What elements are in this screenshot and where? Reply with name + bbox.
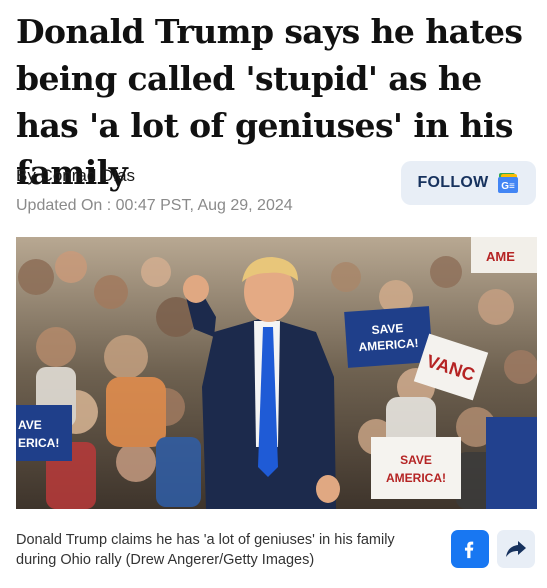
facebook-share-button[interactable] bbox=[451, 530, 489, 568]
sign-save-america-2: SAVE AMERICA! bbox=[371, 437, 461, 499]
byline[interactable]: By Conrad Dias bbox=[16, 166, 135, 186]
sign-3-line1: AVE bbox=[18, 418, 42, 432]
sign-save-america-1: SAVE AMERICA! bbox=[344, 306, 433, 368]
follow-button[interactable]: FOLLOW G≡ bbox=[401, 161, 536, 205]
svg-text:G≡: G≡ bbox=[501, 181, 515, 192]
sign-1-line1: SAVE bbox=[371, 321, 404, 337]
facebook-icon bbox=[464, 541, 474, 559]
sign-5: AME bbox=[486, 249, 515, 264]
sign-top-right: AME bbox=[471, 237, 537, 273]
image-caption: Donald Trump claims he has 'a lot of gen… bbox=[16, 532, 395, 568]
updated-timestamp: Updated On : 00:47 PST, Aug 29, 2024 bbox=[16, 197, 293, 214]
rally-photo: SAVE AMERICA! VANC SAVE AMERICA! AVE ERI… bbox=[16, 237, 537, 509]
sign-blue-edge bbox=[486, 417, 537, 509]
follow-label: FOLLOW bbox=[417, 174, 489, 191]
article-image[interactable]: SAVE AMERICA! VANC SAVE AMERICA! AVE ERI… bbox=[16, 237, 537, 509]
share-arrow-icon bbox=[506, 541, 526, 557]
sign-2-line1: SAVE bbox=[400, 453, 432, 467]
share-button[interactable] bbox=[497, 530, 535, 568]
sign-save-america-3: AVE ERICA! bbox=[16, 405, 72, 461]
sign-2-line2: AMERICA! bbox=[386, 471, 446, 485]
google-news-icon: G≡ bbox=[497, 173, 518, 193]
sign-3-line2: ERICA! bbox=[18, 436, 59, 450]
